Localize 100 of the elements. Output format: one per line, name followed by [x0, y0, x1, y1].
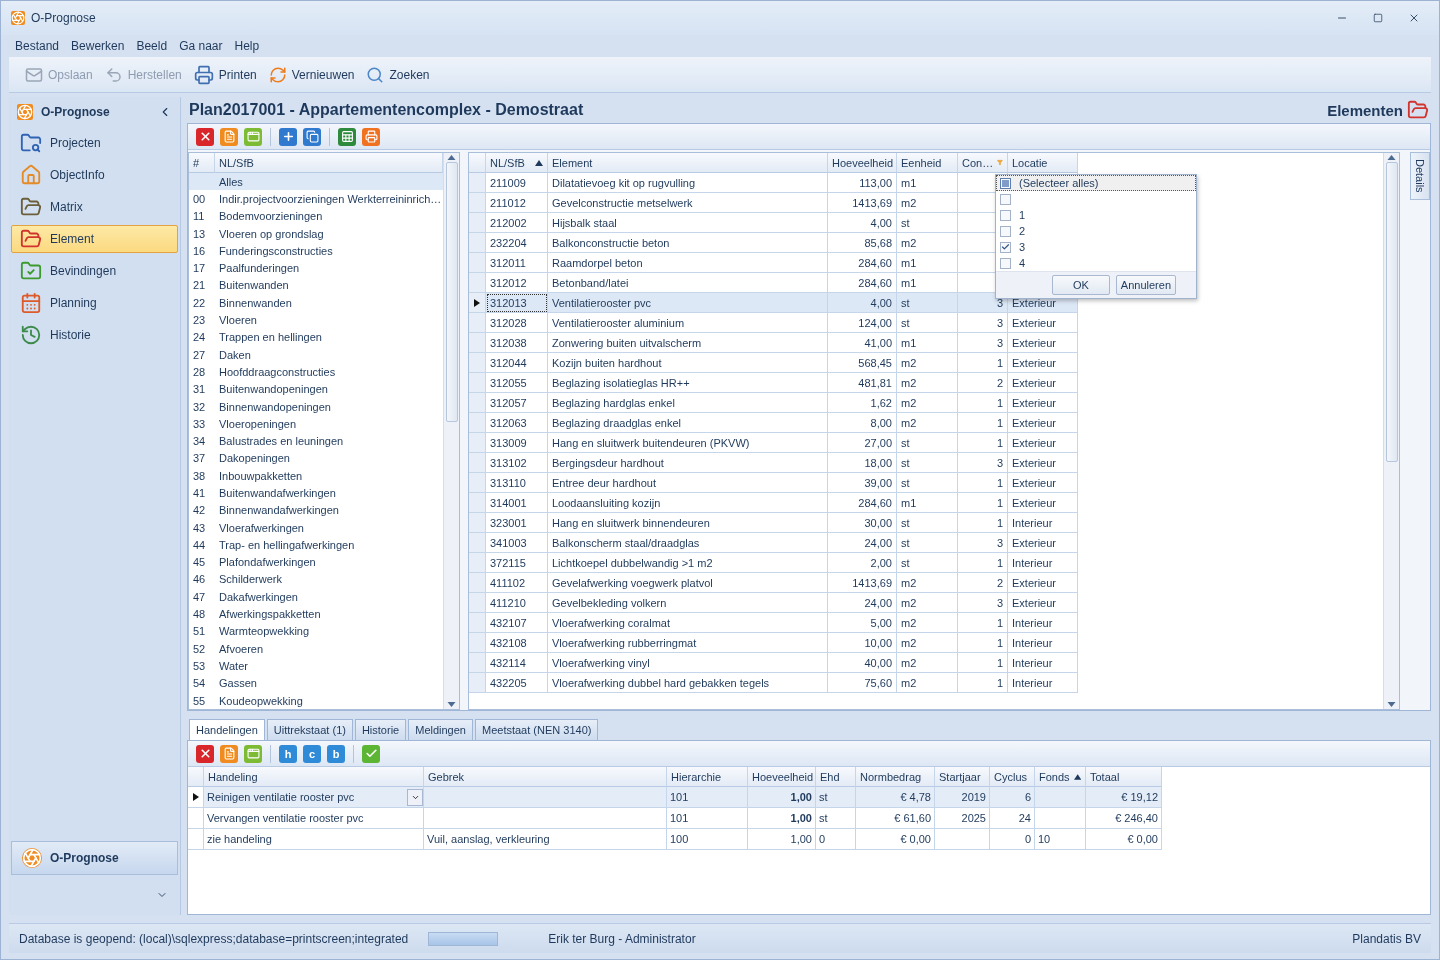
checkbox[interactable] [1000, 225, 1011, 237]
combo-field[interactable]: Reinigen ventilatie rooster pvc [204, 787, 424, 808]
column-header[interactable]: Normbedrag [856, 767, 935, 787]
scroll-down-icon[interactable] [1387, 702, 1396, 707]
list-row[interactable]: Alles [189, 173, 443, 191]
popup-button[interactable]: OK [1051, 275, 1110, 295]
toolbar-button[interactable]: Vernieuwen [264, 61, 359, 88]
table-cell: 10,00 [828, 633, 897, 653]
column-header[interactable]: Con… [958, 153, 1008, 173]
list-button[interactable] [220, 744, 238, 763]
tab[interactable]: Uittrekstaat (1) [266, 719, 353, 741]
spreadsheet-button[interactable] [338, 127, 356, 146]
filter-option[interactable]: 2 [996, 223, 1196, 239]
column-header[interactable]: Hoeveelheid [748, 767, 816, 787]
checkbox[interactable] [1000, 193, 1011, 205]
column-header[interactable]: Locatie [1008, 153, 1078, 173]
details-tab[interactable]: Details [1410, 152, 1430, 200]
envelope-icon [25, 65, 43, 84]
checkbox[interactable] [1000, 257, 1011, 269]
checkbox[interactable] [1000, 209, 1011, 221]
scroll-up-icon[interactable] [1387, 155, 1396, 160]
menu-item[interactable]: Bewerken [65, 37, 131, 55]
table-cell: 284,60 [828, 253, 897, 273]
popup-button[interactable]: Annuleren [1115, 275, 1176, 295]
filter-option[interactable]: 1 [996, 207, 1196, 223]
sort-ascending-icon[interactable] [535, 159, 543, 166]
menu-item[interactable]: Bestand [9, 37, 66, 55]
tab[interactable]: Meldingen [408, 719, 473, 741]
sidebar-item[interactable]: Historie [11, 321, 178, 349]
column-header[interactable]: NL/SfB [486, 153, 548, 173]
column-header[interactable]: Cyclus [990, 767, 1035, 787]
toolbar-button[interactable]: Zoeken [362, 61, 434, 88]
column-header[interactable]: Hierarchie [667, 767, 748, 787]
tab[interactable]: Handelingen [189, 719, 265, 741]
column-header[interactable]: NL/SfB [215, 153, 443, 173]
table-cell: 4,00 [828, 213, 897, 233]
table-cell: 313110 [486, 473, 548, 493]
sort-ascending-icon[interactable] [1073, 773, 1081, 780]
category-name: Alles [218, 175, 244, 188]
row-indicator[interactable] [188, 787, 204, 808]
column-header[interactable]: # [189, 153, 215, 173]
tab[interactable]: Historie [354, 719, 407, 741]
table-cell: st [897, 553, 958, 573]
column-header[interactable]: Totaal [1086, 767, 1162, 787]
scrollbar[interactable] [1383, 153, 1399, 709]
toolbar-button[interactable]: Printen [189, 60, 261, 89]
menu-item[interactable]: Help [228, 37, 266, 55]
scrollbar-thumb[interactable] [445, 162, 458, 422]
scroll-up-icon[interactable] [447, 155, 456, 160]
sidebar-item[interactable]: Matrix [11, 193, 178, 221]
letter-button[interactable]: b [327, 744, 345, 763]
sidebar-item[interactable]: Bevindingen [11, 257, 178, 285]
copy-button[interactable] [303, 127, 321, 146]
column-header[interactable]: Eenheid [897, 153, 958, 173]
table-cell: m1 [897, 173, 958, 193]
letter-button[interactable]: c [303, 744, 321, 763]
filter-icon[interactable] [997, 158, 1003, 167]
sidebar-item[interactable]: Element [11, 225, 178, 253]
print-button[interactable] [362, 127, 380, 146]
category-name: Vloeren [218, 314, 258, 326]
table-cell: m2 [897, 193, 958, 213]
sidebar-item[interactable]: Planning [11, 289, 178, 317]
delete-button[interactable] [196, 127, 214, 146]
column-header[interactable]: Hoeveelheid [828, 153, 897, 173]
checkbox[interactable] [1000, 241, 1011, 253]
menu-item[interactable]: Ga naar [173, 37, 229, 55]
tab[interactable]: Meetstaat (NEN 3140) [475, 719, 599, 741]
window-button[interactable] [244, 127, 262, 146]
scrollbar[interactable] [443, 153, 459, 709]
delete-button[interactable] [196, 744, 214, 763]
scrollbar-thumb[interactable] [1385, 162, 1398, 462]
table-cell: 3 [958, 453, 1008, 473]
column-header[interactable]: Fonds [1035, 767, 1086, 787]
table-cell: m1 [897, 493, 958, 513]
column-header[interactable]: Element [548, 153, 828, 173]
document-icon [222, 747, 236, 760]
checkbox[interactable] [1000, 177, 1011, 189]
sidebar-item[interactable]: Projecten [11, 129, 178, 157]
filter-option[interactable]: 4 [996, 255, 1196, 271]
column-header[interactable]: Ehd [816, 767, 856, 787]
column-header[interactable]: Startjaar [935, 767, 990, 787]
dropdown-button[interactable] [407, 788, 423, 806]
add-button[interactable] [279, 127, 297, 146]
filter-option[interactable]: 3 [996, 239, 1196, 255]
letter-button[interactable]: h [279, 744, 297, 763]
table-cell: 2 [958, 573, 1008, 593]
module-button[interactable]: O-Prognose [11, 841, 178, 875]
table-cell: 75,60 [828, 673, 897, 693]
window-button[interactable] [244, 744, 262, 763]
scroll-down-icon[interactable] [447, 702, 456, 707]
column-header[interactable]: Gebrek [424, 767, 667, 787]
filter-option[interactable]: (Selecteer alles) [996, 175, 1196, 191]
row-indicator[interactable] [469, 293, 486, 313]
list-button[interactable] [220, 127, 238, 146]
confirm-button[interactable] [362, 744, 380, 763]
column-header[interactable]: Handeling [204, 767, 424, 787]
menu-item[interactable]: Beeld [130, 37, 174, 55]
category-code: 46 [192, 573, 207, 586]
table-cell: Gevelconstructie metselwerk [548, 193, 828, 213]
sidebar-item[interactable]: ObjectInfo [11, 161, 178, 189]
